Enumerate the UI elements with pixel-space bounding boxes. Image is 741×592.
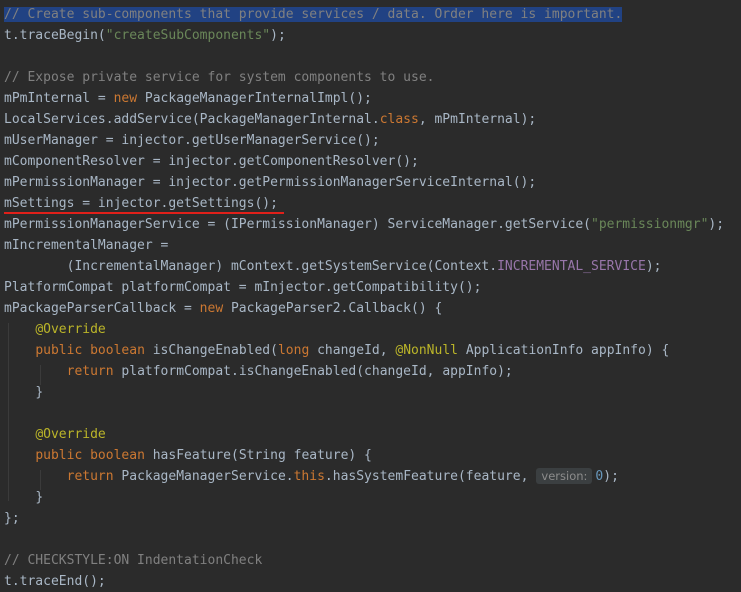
code-text: ); xyxy=(270,28,286,43)
code-text: mPermissionManager = injector.getPermiss… xyxy=(4,175,537,190)
code-text: PackageParser2.Callback() { xyxy=(223,301,443,316)
code-line-9: mPermissionManager = injector.getPermiss… xyxy=(4,172,536,193)
keyword-this: this xyxy=(293,469,325,484)
method-signature: hasFeature(String feature) { xyxy=(144,448,372,463)
code-line-2: t.traceBegin("createSubComponents"); xyxy=(4,25,286,46)
keyword-return: return xyxy=(66,469,114,484)
code-line-6: LocalServices.addService(PackageManagerI… xyxy=(4,109,536,130)
code-line-22: public boolean hasFeature(String feature… xyxy=(4,445,372,466)
code-line-24: } xyxy=(4,487,43,508)
keyword-return: return xyxy=(66,364,114,379)
code-line-8: mComponentResolver = injector.getCompone… xyxy=(4,151,419,172)
code-text: changeId, xyxy=(309,343,396,358)
keyword-public: public xyxy=(35,343,83,358)
code-editor[interactable]: // Create sub-components that provide se… xyxy=(0,0,741,591)
code-text: LocalServices.addService(PackageManagerI… xyxy=(4,112,380,127)
code-text: (IncrementalManager) mContext.getSystemS… xyxy=(4,259,498,274)
string-literal: "createSubComponents" xyxy=(105,28,271,43)
code-line-19: } xyxy=(4,382,43,403)
keyword-long: long xyxy=(277,343,310,358)
code-line-18: return platformCompat.isChangeEnabled(ch… xyxy=(4,361,513,382)
code-text: PlatformCompat platformCompat = mInjecto… xyxy=(4,280,482,295)
code-line-16: @Override xyxy=(4,319,106,340)
keyword-new: new xyxy=(199,301,224,316)
annotation-override: @Override xyxy=(35,427,106,442)
comment-create-subcomponents: // Create sub-components that provide se… xyxy=(4,7,623,22)
code-line-21: @Override xyxy=(4,424,106,445)
keyword-class: class xyxy=(379,112,419,127)
code-line-4: // Expose private service for system com… xyxy=(4,67,434,88)
code-line-5: mPmInternal = new PackageManagerInternal… xyxy=(4,88,372,109)
keyword-new: new xyxy=(113,91,138,106)
code-line-25: }; xyxy=(4,508,20,529)
code-line-15: mPackageParserCallback = new PackagePars… xyxy=(4,298,442,319)
string-literal: "permissionmgr" xyxy=(591,217,709,232)
code-text: platformCompat.isChangeEnabled(changeId,… xyxy=(113,364,513,379)
code-text: t.traceEnd(); xyxy=(4,574,106,589)
code-text: mPermissionManagerService = (IPermission… xyxy=(4,217,591,232)
code-text: ApplicationInfo appInfo) { xyxy=(458,343,670,358)
code-text: PackageManagerService. xyxy=(113,469,294,484)
code-text: ); xyxy=(603,469,619,484)
static-field: INCREMENTAL_SERVICE xyxy=(497,259,646,274)
code-text: t.traceBegin( xyxy=(4,28,106,43)
code-line-27: // CHECKSTYLE:ON IndentationCheck xyxy=(4,550,262,571)
keyword-boolean: boolean xyxy=(90,448,145,463)
code-line-12: mIncrementalManager = xyxy=(4,235,168,256)
code-line-13: (IncrementalManager) mContext.getSystemS… xyxy=(4,256,662,277)
code-text: mComponentResolver = injector.getCompone… xyxy=(4,154,419,169)
code-text: mIncrementalManager = xyxy=(4,238,169,253)
code-text: mUserManager = injector.getUserManagerSe… xyxy=(4,133,380,148)
comment-checkstyle: // CHECKSTYLE:ON IndentationCheck xyxy=(4,553,263,568)
code-line-10: mSettings = injector.getSettings(); xyxy=(4,193,278,214)
code-text: .hasSystemFeature(feature, xyxy=(324,469,529,484)
keyword-public: public xyxy=(35,448,83,463)
annotation-override: @Override xyxy=(35,322,106,337)
code-text: , mPmInternal); xyxy=(418,112,537,127)
code-text: mPmInternal = xyxy=(4,91,114,106)
close-brace: } xyxy=(35,490,44,505)
code-line-17: public boolean isChangeEnabled(long chan… xyxy=(4,340,669,361)
method-signature: isChangeEnabled( xyxy=(144,343,278,358)
keyword-boolean: boolean xyxy=(90,343,145,358)
code-text: ); xyxy=(645,259,662,274)
annotation-nonnull: @NonNull xyxy=(395,343,458,358)
code-text: ); xyxy=(708,217,725,232)
code-line-28: t.traceEnd(); xyxy=(4,571,106,592)
close-brace-semicolon: }; xyxy=(4,511,20,526)
code-line-7: mUserManager = injector.getUserManagerSe… xyxy=(4,130,380,151)
code-line-11: mPermissionManagerService = (IPermission… xyxy=(4,214,724,235)
code-line-14: PlatformCompat platformCompat = mInjecto… xyxy=(4,277,481,298)
close-brace: } xyxy=(35,385,44,400)
code-text: mPackageParserCallback = xyxy=(4,301,200,316)
comment-expose: // Expose private service for system com… xyxy=(4,70,435,85)
code-text: PackageManagerInternalImpl(); xyxy=(137,91,372,106)
code-line-1: // Create sub-components that provide se… xyxy=(4,4,623,25)
code-line-23: return PackageManagerService.this.hasSys… xyxy=(4,466,619,487)
code-text-settings: mSettings = injector.getSettings(); xyxy=(4,196,278,211)
parameter-hint: version: xyxy=(536,468,593,484)
